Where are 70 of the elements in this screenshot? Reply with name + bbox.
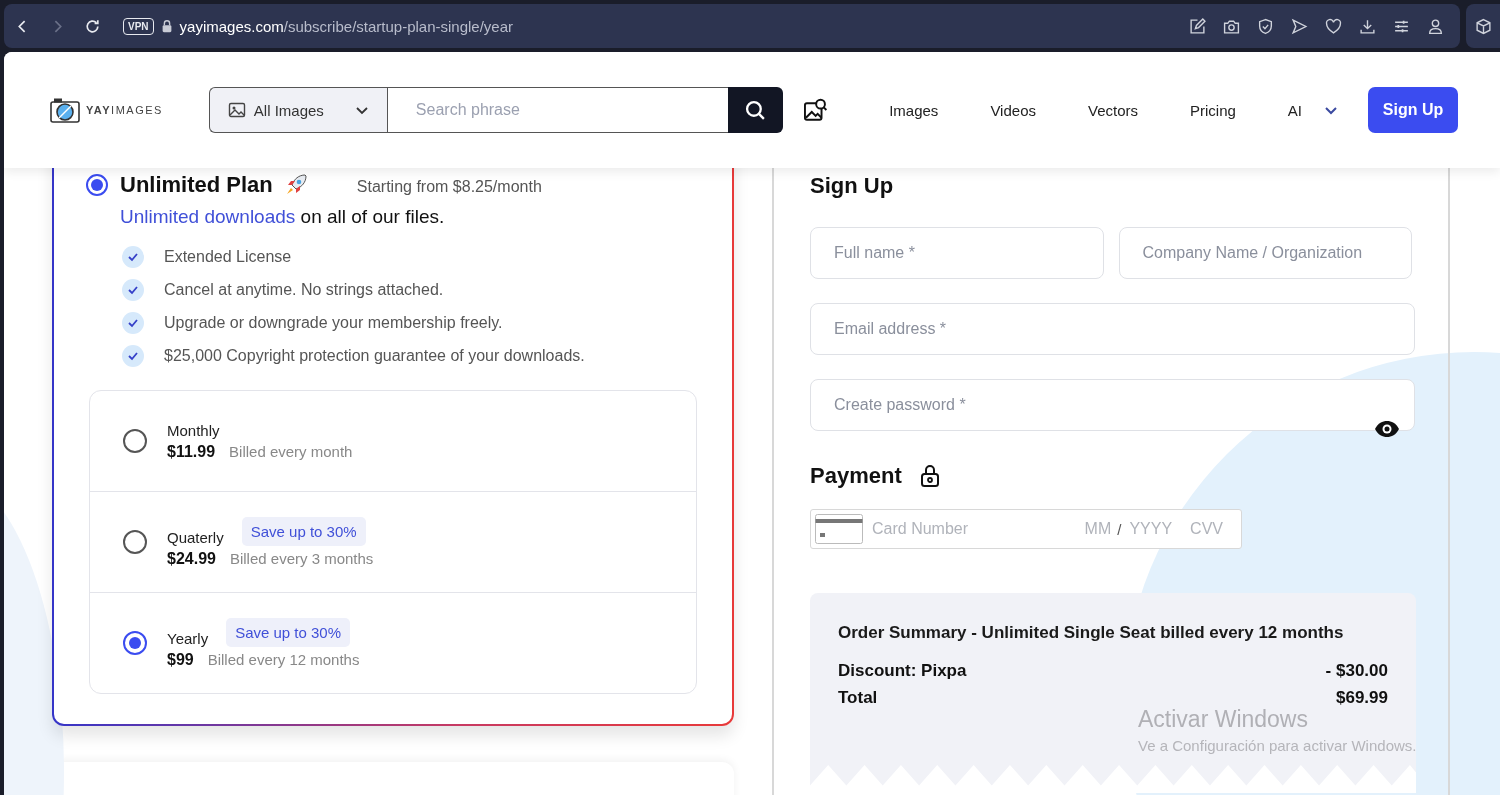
section-title: Payment	[810, 463, 902, 489]
card-input[interactable]: Card Number MM / YYYY CVV	[810, 509, 1242, 549]
extensions-button[interactable]	[1466, 4, 1500, 48]
check-icon	[122, 278, 144, 301]
camera-icon[interactable]	[1223, 17, 1240, 35]
summary-label: Discount: Pixpa	[838, 660, 967, 682]
option-name: Monthly	[167, 421, 220, 439]
billing-note: Billed every 12 months	[207, 650, 360, 668]
radio-button[interactable]	[123, 631, 147, 655]
option-price: $99	[167, 650, 194, 669]
search-field[interactable]: Search phrase	[386, 87, 728, 133]
image-icon	[227, 101, 246, 119]
feature-text: $25,000 Copyright protection guarantee of your downloads.	[164, 346, 585, 365]
company-field[interactable]: Company Name / Organization	[1118, 227, 1412, 279]
download-icon[interactable]	[1359, 17, 1376, 35]
logo-text[interactable]: YAYIMAGES	[86, 104, 163, 116]
edit-icon[interactable]	[1189, 17, 1206, 35]
nav-link[interactable]: Vectors	[1087, 101, 1138, 119]
full-name-field[interactable]: Full name *	[810, 227, 1104, 279]
camera-logo-icon	[50, 97, 80, 123]
padlock-icon	[919, 464, 940, 488]
check-icon	[122, 245, 144, 268]
activation-notice-text: Ve a Configuración para activar Windows.	[1138, 737, 1417, 754]
billing-note: Billed every month	[229, 442, 353, 460]
check-icon	[122, 311, 144, 334]
summary-title: Order Summary - Unlimited Single Seat billed every 12 months	[838, 623, 1345, 643]
password-field[interactable]: Create password *	[810, 379, 1415, 431]
option-name: Quaterly	[167, 528, 224, 546]
check-icon	[122, 344, 144, 367]
option-name: Yearly	[167, 629, 209, 647]
vpn-badge[interactable]: VPN	[123, 17, 154, 35]
save-badge: Save up to 30%	[226, 617, 351, 647]
downloads-link[interactable]: Unlimited downloads	[120, 206, 296, 227]
summary-label: Total	[838, 687, 878, 709]
plan-description: Unlimited downloads on all of our files.	[120, 206, 446, 228]
cube-icon	[1474, 17, 1492, 35]
summary-value: - $30.00	[1325, 660, 1388, 682]
search-icon	[744, 99, 766, 121]
nav-link[interactable]: Pricing	[1190, 101, 1236, 119]
feature-text: Cancel at anytime. No strings attached.	[164, 280, 444, 299]
nav-link[interactable]: AI	[1287, 101, 1303, 119]
save-badge: Save up to 30%	[241, 516, 366, 546]
plan-title: Unlimited Plan	[120, 172, 273, 198]
summary-value: $69.99	[1336, 687, 1388, 709]
email-field[interactable]: Email address *	[810, 303, 1415, 355]
eye-icon[interactable]	[1374, 420, 1400, 438]
activation-notice-title: Activar Windows	[1138, 706, 1309, 733]
profile-icon[interactable]	[1427, 17, 1444, 35]
option-price: $11.99	[167, 442, 216, 461]
nav-link[interactable]: Images	[889, 101, 939, 119]
reload-icon[interactable]	[84, 17, 101, 35]
search-button[interactable]	[727, 87, 783, 133]
url-text[interactable]: yayimages.com/subscribe/startup-plan-single/year	[179, 17, 514, 35]
price-note: Starting from $8.25/month	[356, 178, 542, 196]
radio-button[interactable]	[123, 530, 147, 554]
option-price: $24.99	[167, 549, 216, 568]
radio-button[interactable]	[123, 429, 147, 453]
sign-up-button[interactable]: Sign Up	[1368, 87, 1458, 133]
nav-link[interactable]: Videos	[990, 101, 1036, 119]
category-dropdown[interactable]: All Images	[208, 87, 387, 133]
radio-button[interactable]	[86, 174, 108, 196]
send-icon[interactable]	[1291, 17, 1308, 35]
feature-text: Upgrade or downgrade your membership freely.	[164, 313, 503, 332]
billing-note: Billed every 3 months	[229, 549, 374, 567]
feature-text: Extended License	[164, 247, 292, 266]
image-search-icon[interactable]	[802, 97, 829, 123]
section-title: Sign Up	[810, 173, 895, 199]
heart-icon[interactable]	[1325, 17, 1342, 35]
credit-card-icon	[815, 514, 863, 544]
shield-icon[interactable]	[1257, 17, 1274, 35]
